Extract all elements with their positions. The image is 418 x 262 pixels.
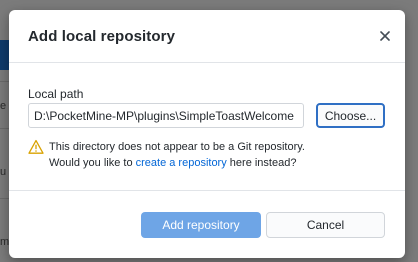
choose-button[interactable]: Choose... <box>316 103 385 128</box>
cancel-button[interactable]: Cancel <box>266 212 385 238</box>
dialog-body: Local path Choose... This directory does… <box>9 63 405 191</box>
dialog-header: Add local repository <box>9 10 405 63</box>
add-local-repository-dialog: Add local repository Local path Choose..… <box>9 10 405 258</box>
add-repository-button[interactable]: Add repository <box>141 212 261 238</box>
local-path-label: Local path <box>28 87 84 101</box>
warning-suggestion: Would you like to create a repository he… <box>49 157 296 169</box>
local-path-input[interactable] <box>28 103 304 128</box>
close-button[interactable] <box>375 26 395 46</box>
warning-suggestion-prefix: Would you like to <box>49 157 136 169</box>
dialog-footer: Add repository Cancel <box>9 191 405 258</box>
dialog-title: Add local repository <box>28 28 176 45</box>
create-repository-link[interactable]: create a repository <box>136 157 227 169</box>
warning-suggestion-suffix: here instead? <box>226 157 297 169</box>
warning-message: This directory does not appear to be a G… <box>49 141 305 153</box>
warning-icon <box>28 139 44 154</box>
close-icon <box>380 31 390 41</box>
